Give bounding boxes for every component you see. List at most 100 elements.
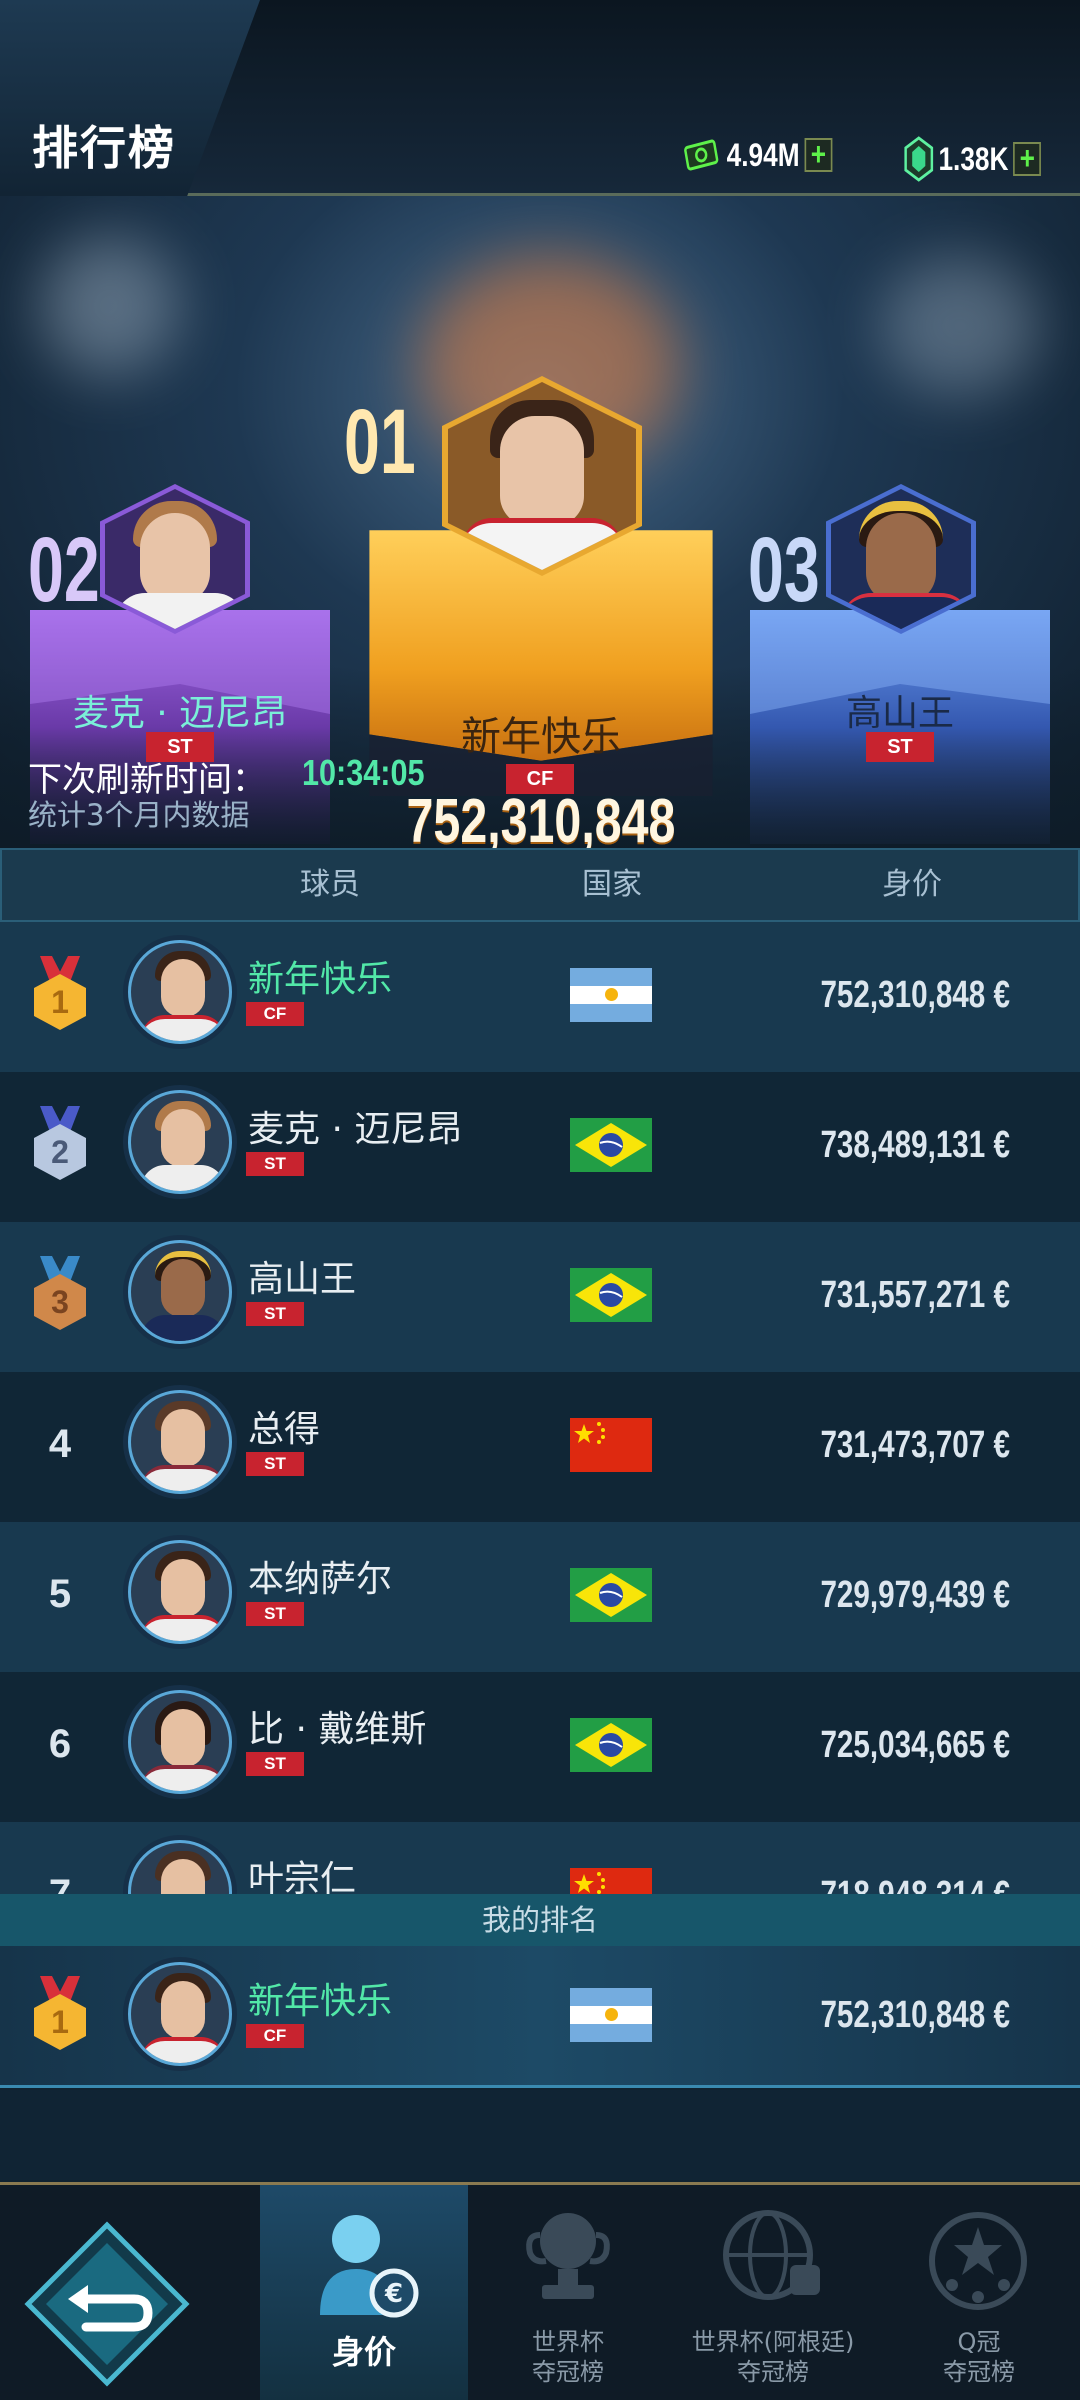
gold-medal-icon: 1: [34, 1976, 86, 2052]
tab-market-value[interactable]: € 身价: [260, 2185, 468, 2400]
gem-balance[interactable]: 1.38K +: [904, 136, 1042, 182]
market-value: 731,473,707 €: [820, 1424, 1010, 1466]
top-bar: 排行榜 4.94M + 1.38K +: [0, 0, 1080, 196]
ranking-list[interactable]: 1 新年快乐 CF 752,310,848 € 2 麦克 · 迈尼昂 ST 73…: [0, 922, 1080, 1894]
tab-label: 世界杯(阿根廷) 夺冠榜: [691, 2328, 855, 2386]
column-header-country: 国家: [582, 867, 642, 902]
player-name: 本纳萨尔: [248, 1559, 393, 1600]
argentina-flag-icon: [570, 1988, 652, 2042]
avatar: [128, 1090, 232, 1194]
market-value: 752,310,848 €: [820, 974, 1010, 1016]
player-name: 高山王: [248, 1259, 357, 1300]
table-row[interactable]: 4 总得 ST 731,473,707 €: [0, 1372, 1080, 1522]
podium-section: 02 麦克 · 迈尼昂 ST 03 高山王 ST 01 新年快乐 CF 752,…: [0, 196, 1080, 848]
podium-player-name: 麦克 · 迈尼昂: [72, 693, 288, 734]
rank-number: 6: [48, 1722, 72, 1766]
cash-icon: [684, 139, 719, 171]
podium-player-name: 高山王: [845, 693, 954, 734]
player-name: 麦克 · 迈尼昂: [248, 1109, 463, 1150]
rank-number: 4: [48, 1422, 72, 1466]
position-badge: ST: [246, 1452, 304, 1476]
tab-world-cup[interactable]: 世界杯 夺冠榜: [468, 2185, 668, 2400]
tab-label: Q冠 夺冠榜: [943, 2328, 1015, 2386]
column-header-value: 身价: [882, 867, 942, 902]
position-badge: CF: [246, 1002, 304, 1026]
back-button[interactable]: [0, 2185, 260, 2400]
bronze-medal-icon: 3: [34, 1256, 86, 1332]
market-value: 731,557,271 €: [820, 1274, 1010, 1316]
svg-text:€: €: [384, 2279, 403, 2309]
silver-medal-icon: 2: [34, 1106, 86, 1182]
avatar: [128, 1390, 232, 1494]
brazil-flag-icon: [570, 1118, 652, 1172]
avatar: [128, 940, 232, 1044]
podium-card-first[interactable]: 01 新年快乐 CF 752,310,848 €: [344, 356, 736, 848]
stats-period-note: 统计3个月内数据: [28, 798, 250, 832]
table-row[interactable]: 7 叶宗仁 ST 718,948,314 €: [0, 1822, 1080, 1894]
list-footer-space: [0, 2090, 1080, 2180]
rank-number: 7: [48, 1872, 72, 1894]
rank-number: 5: [48, 1572, 72, 1616]
table-row[interactable]: 3 高山王 ST 731,557,271 €: [0, 1222, 1080, 1372]
avatar: [128, 1690, 232, 1794]
table-row[interactable]: 1 新年快乐 CF 752,310,848 €: [0, 922, 1080, 1072]
position-badge: ST: [246, 1152, 304, 1176]
tab-champions[interactable]: Q冠 夺冠榜: [878, 2185, 1080, 2400]
podium-card-third[interactable]: 03 高山王 ST: [748, 414, 1050, 848]
player-name: 叶宗仁: [248, 1859, 357, 1894]
gem-value: 1.38K: [938, 140, 1009, 177]
market-value: 718,948,314 €: [815, 1874, 1010, 1894]
my-rank-row[interactable]: 1 新年快乐 CF 752,310,848 €: [0, 1946, 1080, 2088]
avatar: [128, 1540, 232, 1644]
market-value: 725,034,665 €: [820, 1724, 1010, 1766]
avatar: [128, 1962, 232, 2066]
bottom-tab-bar: € 身价 世界杯 夺冠榜 世界杯(阿根廷) 夺冠榜 Q冠 夺冠榜: [0, 2182, 1080, 2400]
table-header: 球员 国家 身价: [0, 848, 1080, 922]
argentina-flag-icon: [570, 968, 652, 1022]
page-title: 排行榜: [32, 121, 176, 175]
china-flag-icon: [570, 1418, 652, 1472]
market-value: 752,310,848 €: [820, 1994, 1010, 2036]
avatar: [128, 1240, 232, 1344]
refresh-countdown: 10:34:05: [302, 752, 425, 793]
champions-ball-icon: [929, 2212, 1027, 2310]
cash-balance[interactable]: 4.94M +: [684, 136, 833, 174]
gold-medal-icon: 1: [34, 956, 86, 1032]
player-name: 新年快乐: [248, 1981, 393, 2022]
table-row[interactable]: 5 本纳萨尔 ST 729,979,439 €: [0, 1522, 1080, 1672]
add-cash-button[interactable]: +: [804, 138, 833, 172]
market-value-icon: €: [320, 2215, 419, 2318]
position-badge: CF: [246, 2024, 304, 2048]
position-badge: ST: [246, 1602, 304, 1626]
table-row[interactable]: 6 比 · 戴维斯 ST 725,034,665 €: [0, 1672, 1080, 1822]
my-rank-header: 我的排名: [0, 1894, 1080, 1946]
add-gem-button[interactable]: +: [1013, 142, 1042, 176]
tab-world-cup-argentina[interactable]: 世界杯(阿根廷) 夺冠榜: [668, 2185, 878, 2400]
avatar: [128, 1840, 232, 1894]
podium-rank-number: 01: [344, 391, 416, 493]
podium-market-value: 752,310,848 €: [406, 787, 676, 848]
cash-value: 4.94M: [726, 136, 800, 173]
gem-icon: [904, 136, 934, 182]
player-name: 总得: [248, 1409, 321, 1450]
player-name: 比 · 戴维斯: [248, 1709, 427, 1750]
globe-trophy-icon: [723, 2210, 820, 2300]
market-value: 729,979,439 €: [820, 1574, 1010, 1616]
market-value: 738,489,131 €: [820, 1124, 1010, 1166]
table-row[interactable]: 2 麦克 · 迈尼昂 ST 738,489,131 €: [0, 1072, 1080, 1222]
tab-label: 身价: [331, 2333, 396, 2371]
back-icon: [24, 2221, 190, 2387]
brazil-flag-icon: [570, 1718, 652, 1772]
china-flag-icon: [570, 1868, 652, 1894]
column-header-player: 球员: [300, 867, 360, 902]
podium-rank-number: 03: [748, 519, 820, 621]
position-badge: ST: [246, 1752, 304, 1776]
brazil-flag-icon: [570, 1568, 652, 1622]
player-name: 新年快乐: [248, 959, 393, 1000]
position-badge: ST: [866, 732, 934, 762]
world-cup-trophy-icon: [526, 2213, 610, 2299]
position-badge: ST: [246, 1302, 304, 1326]
brazil-flag-icon: [570, 1268, 652, 1322]
tab-label: 世界杯 夺冠榜: [532, 2328, 604, 2386]
podium-rank-number: 02: [28, 519, 100, 621]
